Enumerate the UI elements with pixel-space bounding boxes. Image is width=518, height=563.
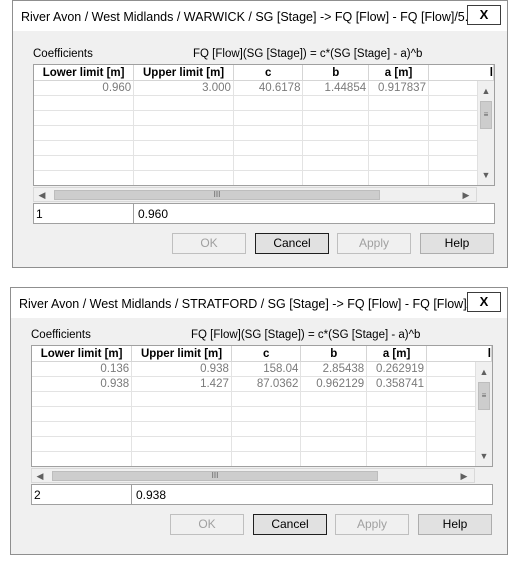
col-upper-limit[interactable]: Upper limit [m]: [131, 346, 232, 362]
cell-a[interactable]: 0.358741: [366, 376, 428, 392]
window-title: River Avon / West Midlands / STRATFORD /…: [19, 297, 496, 311]
table-row[interactable]: [34, 110, 494, 126]
col-upper-limit[interactable]: Upper limit [m]: [133, 65, 234, 81]
edit-row[interactable]: 2 0.938: [31, 484, 493, 505]
table-row[interactable]: [34, 95, 494, 111]
cell-lower[interactable]: 0.938: [32, 376, 133, 392]
scroll-down-icon[interactable]: ▼: [476, 448, 492, 464]
vertical-scrollbar[interactable]: ▲ ≡ ▼: [475, 362, 492, 466]
cell-b[interactable]: 1.44854: [302, 80, 370, 96]
header-row: Lower limit [m] Upper limit [m] c b a [m…: [34, 65, 494, 81]
col-l[interactable]: l: [426, 346, 492, 362]
cancel-button[interactable]: Cancel: [253, 514, 327, 535]
col-b[interactable]: b: [300, 346, 368, 362]
table-row[interactable]: [32, 436, 492, 452]
row-index-field[interactable]: 1: [36, 207, 43, 221]
table-row[interactable]: [34, 125, 494, 141]
cell-a[interactable]: 0.917837: [368, 80, 429, 96]
scroll-right-icon[interactable]: ▶: [458, 187, 474, 203]
value-edit-field[interactable]: 0.938: [136, 488, 166, 502]
coefficients-grid[interactable]: Lower limit [m] Upper limit [m] c b a [m…: [31, 345, 493, 467]
dialog-warwick: River Avon / West Midlands / WARWICK / S…: [12, 0, 508, 268]
scroll-left-icon[interactable]: ◀: [34, 187, 50, 203]
window-title: River Avon / West Midlands / WARWICK / S…: [21, 10, 484, 24]
value-edit-field[interactable]: 0.960: [138, 207, 168, 221]
col-lower-limit[interactable]: Lower limit [m]: [34, 65, 135, 81]
scroll-up-icon[interactable]: ▲: [478, 83, 494, 99]
title-bar[interactable]: River Avon / West Midlands / WARWICK / S…: [13, 1, 507, 31]
help-button[interactable]: Help: [420, 233, 494, 254]
apply-button[interactable]: Apply: [337, 233, 411, 254]
scroll-down-icon[interactable]: ▼: [478, 167, 494, 183]
col-c[interactable]: c: [233, 65, 304, 81]
table-row[interactable]: [32, 451, 492, 466]
horizontal-scroll-thumb[interactable]: III: [54, 190, 380, 200]
cancel-button[interactable]: Cancel: [255, 233, 329, 254]
cell-lower[interactable]: 0.136: [32, 361, 133, 377]
horizontal-scroll-thumb[interactable]: III: [52, 471, 378, 481]
table-row[interactable]: 0.938 1.427 87.0362 0.962129 0.358741: [32, 376, 492, 392]
col-c[interactable]: c: [231, 346, 302, 362]
cell-upper[interactable]: 3.000: [133, 80, 234, 96]
coefficients-table: Lower limit [m] Upper limit [m] c b a [m…: [34, 65, 494, 185]
scroll-thumb[interactable]: ≡: [478, 382, 490, 410]
apply-button[interactable]: Apply: [335, 514, 409, 535]
close-button[interactable]: X: [467, 292, 501, 312]
coefficients-grid[interactable]: Lower limit [m] Upper limit [m] c b a [m…: [33, 64, 495, 186]
col-a[interactable]: a [m]: [366, 346, 428, 362]
edit-separator: [133, 204, 134, 223]
table-row[interactable]: 0.960 3.000 40.6178 1.44854 0.917837: [34, 80, 494, 96]
table-row[interactable]: [32, 406, 492, 422]
header-row: Lower limit [m] Upper limit [m] c b a [m…: [32, 346, 492, 362]
formula-label: FQ [Flow](SG [Stage]) = c*(SG [Stage] - …: [193, 48, 423, 60]
table-row[interactable]: [34, 140, 494, 156]
vertical-scrollbar[interactable]: ▲ ≡ ▼: [477, 81, 494, 185]
dialog-stratford: River Avon / West Midlands / STRATFORD /…: [10, 287, 508, 555]
scroll-right-icon[interactable]: ▶: [456, 468, 472, 484]
col-b[interactable]: b: [302, 65, 370, 81]
cell-a[interactable]: 0.262919: [366, 361, 428, 377]
coefficients-label: Coefficients: [31, 329, 91, 341]
table-row[interactable]: [34, 155, 494, 171]
scroll-thumb[interactable]: ≡: [480, 101, 492, 129]
edit-row[interactable]: 1 0.960: [33, 203, 495, 224]
row-index-field[interactable]: 2: [34, 488, 41, 502]
cell-lower[interactable]: 0.960: [34, 80, 135, 96]
table-row[interactable]: [34, 170, 494, 185]
coefficients-table: Lower limit [m] Upper limit [m] c b a [m…: [32, 346, 492, 466]
title-bar[interactable]: River Avon / West Midlands / STRATFORD /…: [11, 288, 507, 318]
cell-c[interactable]: 40.6178: [233, 80, 304, 96]
cell-b[interactable]: 2.85438: [300, 361, 368, 377]
cell-c[interactable]: 158.04: [231, 361, 302, 377]
table-row[interactable]: [32, 391, 492, 407]
cell-upper[interactable]: 1.427: [131, 376, 232, 392]
horizontal-scrollbar[interactable]: ◀ III ▶: [31, 468, 475, 483]
table-row[interactable]: 0.136 0.938 158.04 2.85438 0.262919: [32, 361, 492, 377]
help-button[interactable]: Help: [418, 514, 492, 535]
coefficients-label: Coefficients: [33, 48, 93, 60]
scroll-left-icon[interactable]: ◀: [32, 468, 48, 484]
horizontal-scrollbar[interactable]: ◀ III ▶: [33, 187, 477, 202]
col-a[interactable]: a [m]: [368, 65, 429, 81]
ok-button[interactable]: OK: [172, 233, 246, 254]
col-l[interactable]: l: [428, 65, 494, 81]
col-lower-limit[interactable]: Lower limit [m]: [32, 346, 133, 362]
edit-separator: [131, 485, 132, 504]
ok-button[interactable]: OK: [170, 514, 244, 535]
cell-b[interactable]: 0.962129: [300, 376, 368, 392]
table-row[interactable]: [32, 421, 492, 437]
close-button[interactable]: X: [467, 5, 501, 25]
cell-upper[interactable]: 0.938: [131, 361, 232, 377]
scroll-up-icon[interactable]: ▲: [476, 364, 492, 380]
cell-c[interactable]: 87.0362: [231, 376, 302, 392]
formula-label: FQ [Flow](SG [Stage]) = c*(SG [Stage] - …: [191, 329, 421, 341]
